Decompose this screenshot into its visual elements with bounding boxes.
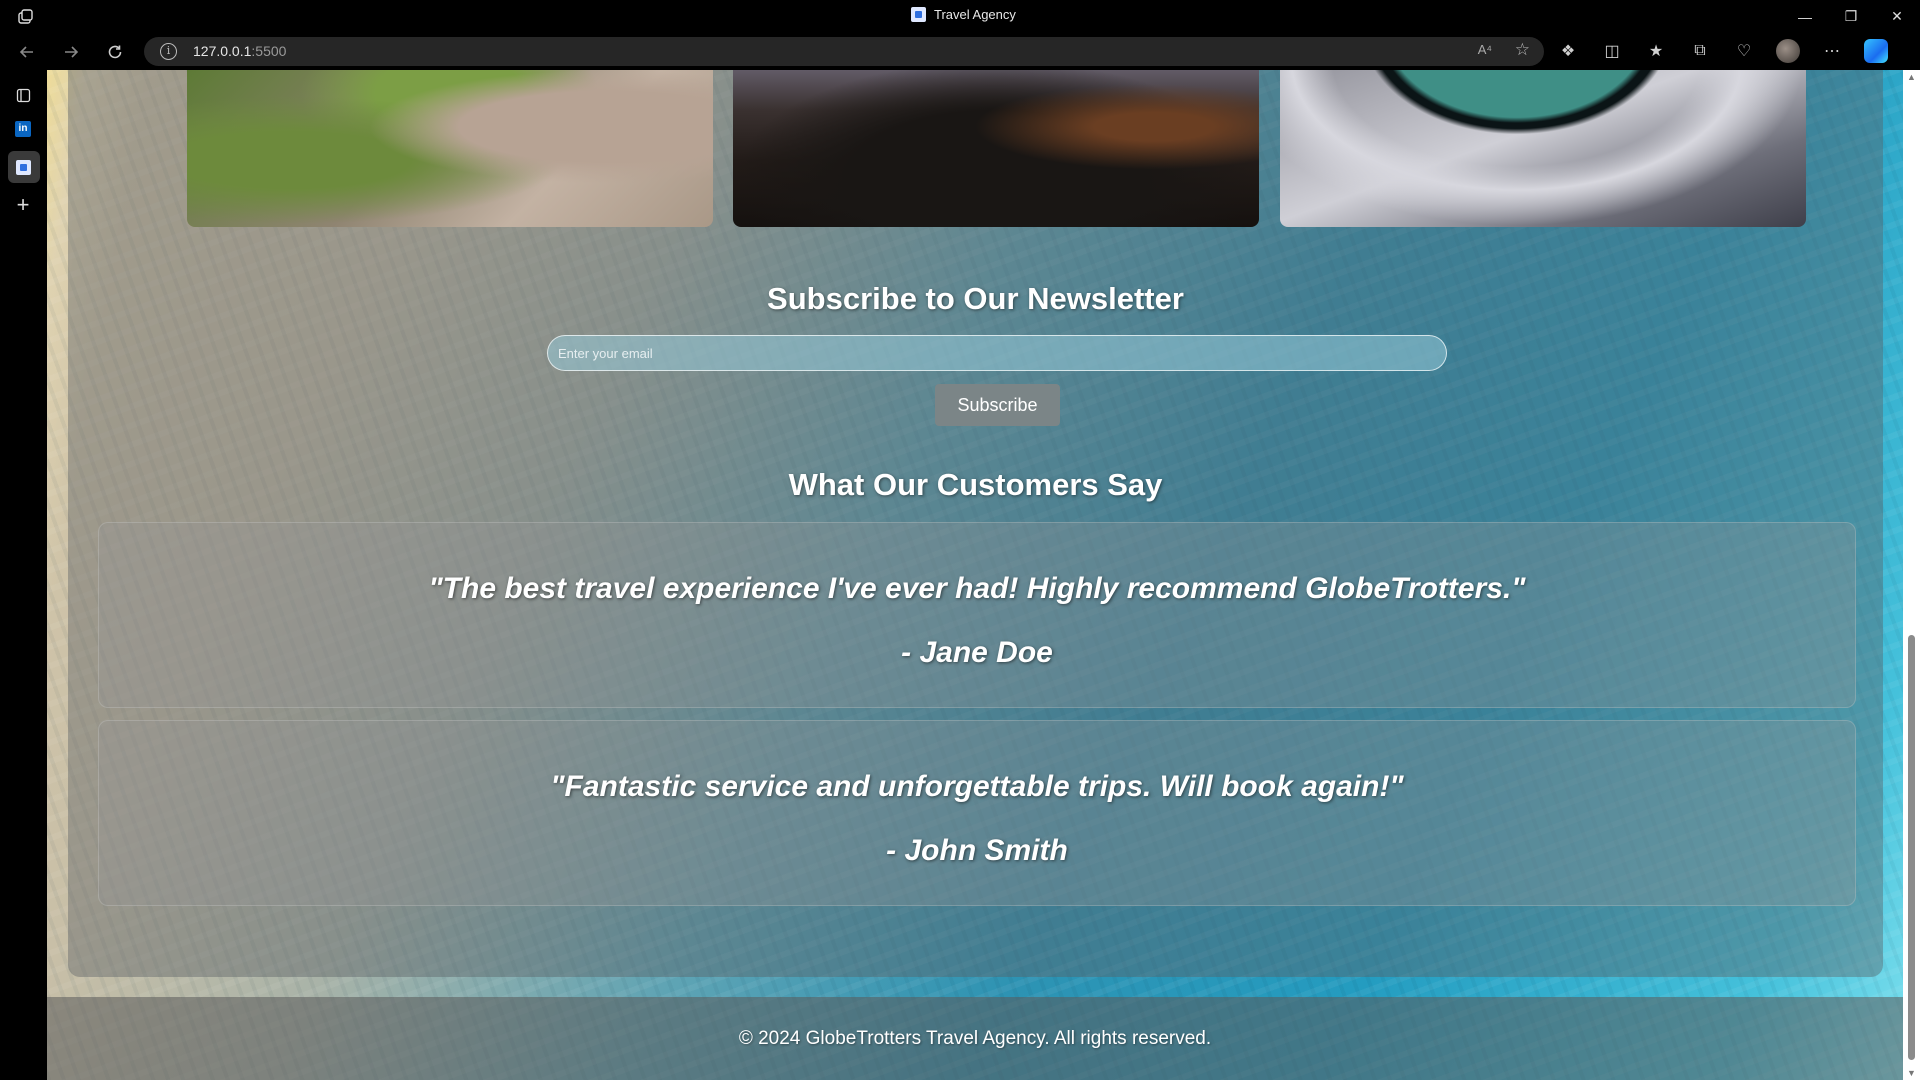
close-icon[interactable]: ✕ [1874,0,1920,33]
url-text: 127.0.0.1:5500 [193,43,287,59]
testimonials-title: What Our Customers Say [788,467,1163,502]
footer-copyright: © 2024 GlobeTrotters Travel Agency. All … [738,1028,1212,1049]
page-footer: © 2024 GlobeTrotters Travel Agency. All … [47,997,1903,1080]
testimonial-card: "Fantastic service and unforgettable tri… [98,720,1856,906]
destination-photo-mountain-trail [187,70,713,227]
testimonial-author: - Jane Doe [901,636,1053,669]
travel-agency-tab-icon[interactable] [12,156,34,178]
read-aloud-icon[interactable]: A⁴ [1478,42,1492,57]
testimonial-quote: "The best travel experience I've ever ha… [428,572,1526,605]
page-viewport: Subscribe to Our Newsletter Subscribe Wh… [47,70,1903,1080]
extensions-icon[interactable]: ❖ [1556,39,1580,63]
browser-toolbar: i 127.0.0.1:5500 A⁴ ☆ ❖ ◫ ★ ⧉ ♡ ⋯ [0,33,1920,70]
add-icon[interactable]: + [12,192,34,217]
favicon-icon [911,7,926,22]
active-tab[interactable]: Travel Agency [911,7,1016,22]
destination-photo-airplane-window [1280,70,1806,227]
title-bar: Travel Agency — ❐ ✕ [0,0,1920,33]
scrollbar-thumb[interactable] [1908,635,1915,1060]
restore-icon[interactable]: ❐ [1828,0,1874,33]
minimize-icon[interactable]: — [1782,0,1828,33]
testimonial-card: "The best travel experience I've ever ha… [98,522,1856,708]
scroll-down-icon[interactable]: ▼ [1907,1068,1916,1078]
collections-icon[interactable]: ⧉ [1688,39,1712,63]
tab-title: Travel Agency [934,7,1016,22]
subscribe-button[interactable]: Subscribe [935,384,1060,426]
split-screen-icon[interactable]: ◫ [1600,39,1624,63]
content-panel: Subscribe to Our Newsletter Subscribe Wh… [68,70,1883,977]
address-bar[interactable]: i 127.0.0.1:5500 A⁴ ☆ [144,37,1544,66]
vertical-sidebar: in + [0,70,47,1080]
workspaces-icon[interactable] [16,8,34,26]
linkedin-icon[interactable]: in [12,118,34,140]
browser-essentials-icon[interactable]: ♡ [1732,39,1756,63]
newsletter-title: Subscribe to Our Newsletter [767,281,1184,316]
tab-actions-icon[interactable] [12,84,34,106]
copilot-icon[interactable] [1864,39,1888,63]
forward-icon[interactable] [60,41,82,63]
testimonial-author: - John Smith [886,834,1068,867]
more-options-icon[interactable]: ⋯ [1820,39,1844,63]
back-icon[interactable] [16,41,38,63]
testimonial-quote: "Fantastic service and unforgettable tri… [550,770,1404,803]
profile-avatar[interactable] [1776,39,1800,63]
page-scrollbar[interactable]: ▲ ▼ [1903,70,1920,1080]
favorite-star-icon[interactable]: ☆ [1515,40,1530,60]
email-input[interactable] [547,335,1447,371]
favorites-icon[interactable]: ★ [1644,39,1668,63]
destination-photo-rocks-sunset [733,70,1259,227]
site-info-icon[interactable]: i [160,43,177,60]
scroll-up-icon[interactable]: ▲ [1907,72,1916,82]
refresh-icon[interactable] [104,41,126,63]
